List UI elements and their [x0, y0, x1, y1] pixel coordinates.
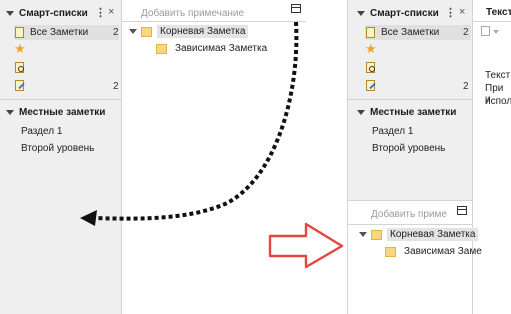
- annotation-arrows: [80, 21, 344, 269]
- red-arrow-icon: [268, 222, 344, 269]
- dotted-arrow-head-icon: [80, 210, 97, 226]
- dotted-curve-arrow: [91, 21, 299, 221]
